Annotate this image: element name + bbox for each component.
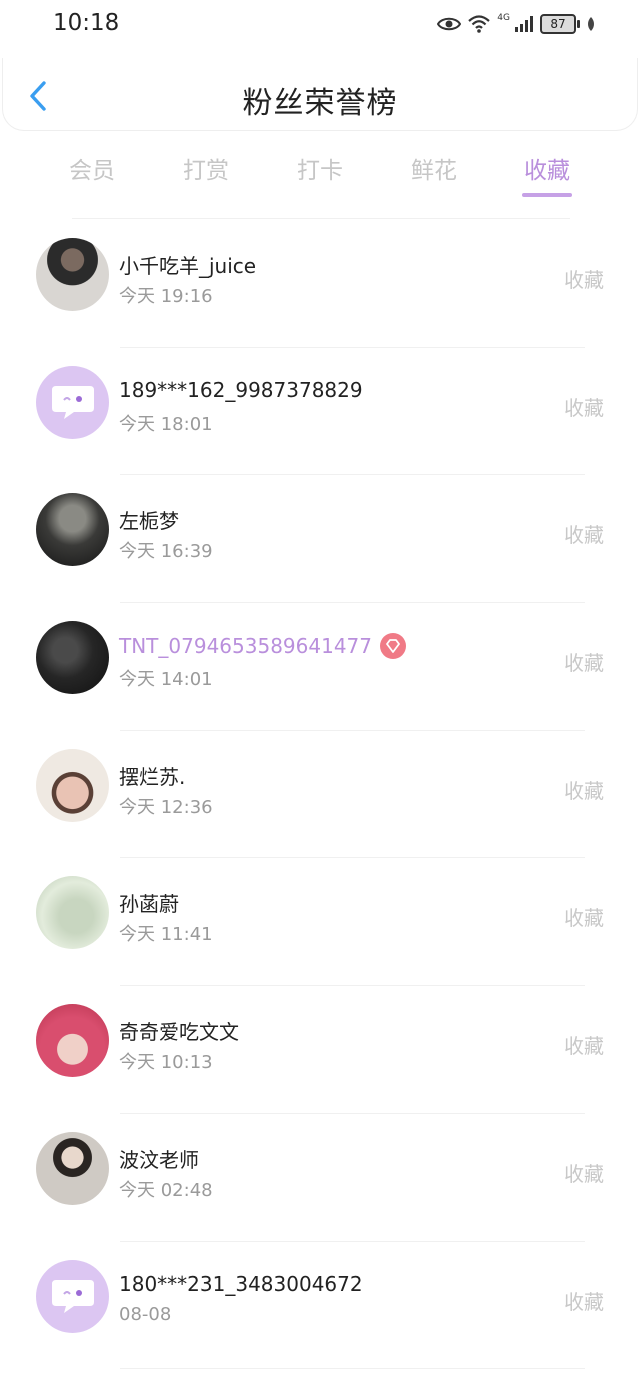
tab-reward[interactable]: 打赏 [161,151,251,185]
vip-badge [380,633,406,660]
tab-flowers[interactable]: 鲜花 [389,151,479,185]
favorite-label: 收藏 [564,906,604,931]
list-item[interactable]: 180***231_3483004672 08-08 收藏 [0,1242,640,1370]
signal-icon [514,15,534,33]
fan-name: 奇奇爱吃文文 [119,1020,239,1045]
chat-bubble-icon [51,1280,94,1313]
avatar [36,1004,109,1078]
list-item[interactable]: 波汶老师 今天 02:48 收藏 [0,1114,640,1242]
fan-time: 今天 11:41 [119,924,213,946]
avatar [36,365,109,439]
battery-indicator: 87 [540,14,580,34]
list-item[interactable]: 左栀梦 今天 16:39 收藏 [0,475,640,603]
fan-time: 今天 18:01 [119,413,213,435]
fan-time: 今天 02:48 [119,1179,213,1201]
list-item[interactable]: 小千吃羊_juice 今天 19:16 收藏 [0,220,640,348]
fan-time: 今天 12:36 [119,796,213,818]
chat-bubble-icon [51,386,94,420]
list-item[interactable]: 摆烂苏. 今天 12:36 收藏 [0,731,640,859]
favorite-label: 收藏 [564,395,604,420]
list-item[interactable]: 奇奇爱吃文文 今天 10:13 收藏 [0,986,640,1114]
favorite-label: 收藏 [564,268,604,292]
favorite-label: 收藏 [564,1289,604,1314]
favorite-label: 收藏 [564,1034,604,1059]
fan-time: 今天 19:16 [119,286,213,307]
avatar [36,748,109,822]
fan-name: 180***231_3483004672 [119,1271,363,1296]
fan-name: 189***162_9987378829 [119,377,363,402]
favorite-label: 收藏 [564,778,604,803]
network-type: 4G [497,13,510,23]
status-bar: 10:18 4G 87 [0,0,640,50]
fan-time: 今天 10:13 [119,1052,213,1074]
fan-name: TNT_0794653589641477 [119,634,372,659]
diamond-icon [386,639,400,653]
avatar [36,1131,109,1205]
tab-member[interactable]: 会员 [47,151,137,185]
fan-list: 小千吃羊_juice 今天 19:16 收藏 189***162_9987378… [0,220,640,1369]
avatar [36,876,109,950]
header: 粉丝荣誉榜 [2,58,638,131]
eye-icon [437,16,462,32]
tab-checkin[interactable]: 打卡 [275,151,365,185]
fan-name: 孙菡蔚 [119,892,179,917]
favorite-label: 收藏 [564,1161,604,1186]
list-item[interactable]: TNT_0794653589641477 今天 14:01 收藏 [0,603,640,731]
fan-time: 今天 14:01 [119,669,213,691]
fan-name: 小千吃羊_juice [119,254,257,278]
list-item[interactable]: 孙菡蔚 今天 11:41 收藏 [0,858,640,986]
tab-favorites[interactable]: 收藏 [502,151,592,185]
tab-bar: 会员 打赏 打卡 鲜花 收藏 [0,145,640,201]
fan-name: 摆烂苏. [119,764,186,789]
page-title: 粉丝荣誉榜 [242,86,398,121]
fan-time: 08-08 [119,1303,172,1325]
divider [72,218,570,219]
favorite-label: 收藏 [564,523,604,548]
fan-time: 今天 16:39 [119,541,213,563]
fan-name: 左栀梦 [119,509,179,534]
wifi-icon [467,14,491,34]
fan-name: 波汶老师 [119,1147,199,1172]
status-time: 10:18 [53,10,120,36]
avatar [36,493,109,567]
tab-active-indicator [522,193,572,197]
status-icons: 4G 87 [437,12,596,36]
avatar [36,1259,109,1333]
avatar [36,621,109,695]
avatar [36,238,109,311]
list-item[interactable]: 189***162_9987378829 今天 18:01 收藏 [0,348,640,476]
favorite-label: 收藏 [564,651,604,676]
leaf-icon [586,16,596,32]
